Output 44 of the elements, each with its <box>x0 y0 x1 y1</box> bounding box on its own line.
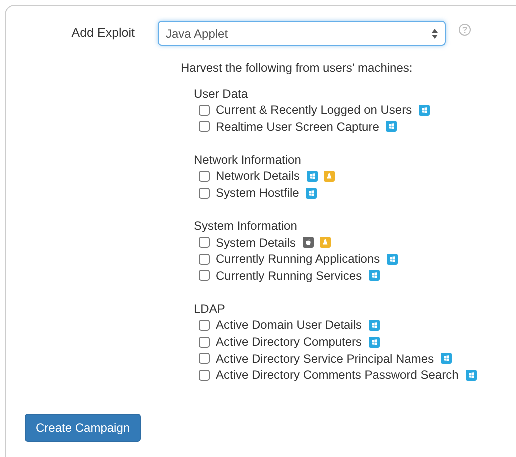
exploit-select[interactable]: Java Applet <box>158 21 446 46</box>
harvest-prompt: Harvest the following from users' machines: <box>181 60 414 76</box>
option-label: Active Domain User Details <box>216 317 362 334</box>
option-label: Network Details <box>216 168 300 186</box>
group-heading: System Information <box>194 218 298 234</box>
create-campaign-button[interactable]: Create Campaign <box>25 414 142 442</box>
option-label: Currently Running Applications <box>216 251 380 268</box>
windows-icon <box>369 320 380 331</box>
option-label: System Hostfile <box>216 185 300 202</box>
checkbox[interactable] <box>199 270 210 282</box>
checkbox[interactable] <box>199 336 210 348</box>
checkbox[interactable] <box>199 121 210 132</box>
option-label: Active Directory Computers <box>216 334 362 352</box>
group-heading: Network Information <box>194 152 302 168</box>
group-heading: LDAP <box>194 301 226 318</box>
windows-icon <box>386 121 398 132</box>
select-arrows-icon <box>432 28 438 38</box>
windows-icon <box>307 170 318 182</box>
option-label: System Details <box>216 234 296 252</box>
windows-icon <box>387 254 398 265</box>
windows-icon <box>441 353 452 364</box>
group-heading: User Data <box>194 86 250 102</box>
field-label: Add Exploit <box>70 25 136 42</box>
checkbox[interactable] <box>199 370 210 381</box>
windows-icon <box>369 270 380 282</box>
windows-icon <box>306 188 318 199</box>
checkbox[interactable] <box>199 320 210 331</box>
option-label: Active Directory Service Principal Names <box>216 350 434 368</box>
windows-icon <box>369 336 380 348</box>
option-label: Realtime User Screen Capture <box>216 118 380 136</box>
windows-icon <box>466 370 477 381</box>
option-label: Currently Running Services <box>216 268 362 285</box>
checkbox[interactable] <box>199 170 210 182</box>
apple-icon <box>303 237 314 248</box>
windows-icon <box>419 104 430 116</box>
checkbox[interactable] <box>199 254 210 265</box>
penguin-icon <box>320 237 332 248</box>
checkbox[interactable] <box>199 104 210 116</box>
option-label: Current & Recently Logged on Users <box>216 102 412 120</box>
checkbox[interactable] <box>199 353 210 364</box>
option-label: Active Directory Comments Password Search <box>216 367 459 384</box>
checkbox[interactable] <box>199 188 210 199</box>
checkbox[interactable] <box>199 237 210 248</box>
penguin-icon <box>324 170 336 182</box>
